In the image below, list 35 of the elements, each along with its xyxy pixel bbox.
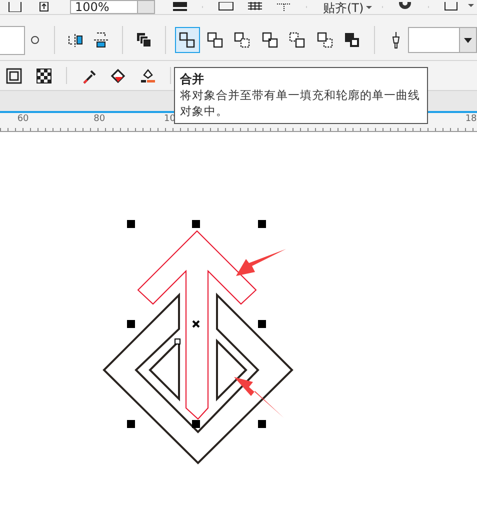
zoom-field[interactable]: 100%: [70, 0, 155, 14]
page-icon[interactable]: [6, 2, 24, 12]
tooltip-text: 将对象合并至带有单一填充和轮廓的单一曲线对象中。: [180, 87, 420, 119]
checkerboard-icon[interactable]: [34, 66, 52, 84]
outline-fill-icon[interactable]: [138, 66, 156, 84]
overlapping-squares-icon: [233, 31, 252, 49]
ruler-label: 80: [94, 114, 106, 124]
overlapping-squares-icon: [178, 31, 196, 49]
tooltip-title: 合并: [180, 71, 205, 87]
arrange-icon[interactable]: [134, 31, 153, 49]
node-marker-icon: [174, 338, 180, 344]
circle-icon[interactable]: [30, 35, 40, 45]
paint-bucket-icon[interactable]: [110, 66, 128, 84]
caret-icon: [464, 38, 472, 42]
launch-icon[interactable]: [442, 2, 460, 12]
shape-tool-button[interactable]: [175, 27, 200, 53]
snap-menu[interactable]: 贴齐(T): [323, 2, 364, 14]
pointer-arrow-icon: [236, 249, 286, 276]
overlapping-squares-icon: [260, 31, 279, 49]
guidelines-icon[interactable]: [274, 2, 292, 12]
mirror-horizontal-icon[interactable]: [66, 31, 84, 49]
contour-icon[interactable]: [6, 66, 24, 84]
overlapping-squares-icon: [206, 31, 224, 49]
input-field[interactable]: [0, 26, 26, 54]
center-marker-icon: [192, 320, 200, 328]
ruler-label: 18: [465, 114, 477, 124]
monitor-icon[interactable]: [170, 2, 188, 12]
mirror-vertical-icon[interactable]: [92, 31, 110, 49]
ruler-icon[interactable]: [216, 2, 234, 12]
overlapping-squares-icon: [288, 31, 306, 49]
ruler-label: 60: [17, 114, 29, 124]
overlapping-squares-icon: [316, 31, 334, 49]
grid-icon[interactable]: [246, 2, 264, 12]
overlapping-squares-icon: [343, 31, 362, 49]
outline-width-field[interactable]: [408, 27, 477, 53]
